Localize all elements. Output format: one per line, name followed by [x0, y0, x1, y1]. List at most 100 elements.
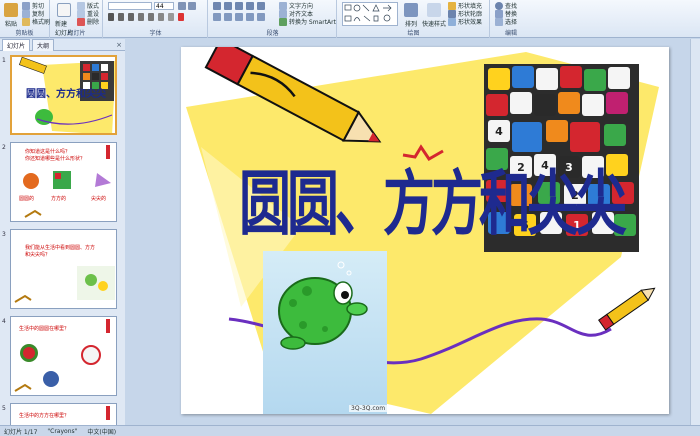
align-right-icon[interactable] — [235, 13, 243, 21]
delete-icon — [77, 17, 85, 26]
slide-thumbnail-list: 1 圆圆、方方和尖尖 2 你知道这是什么吗？ 你还知道哪些是什么形状？ 圆圆的 — [0, 51, 125, 425]
drawing-label: 绘图 — [407, 30, 420, 37]
ribbon: 粘贴 剪切 复制 格式刷 剪贴板 新建 幻灯片 版式 重设 删除 幻灯片 44 … — [0, 0, 700, 38]
die — [606, 92, 628, 114]
die — [608, 67, 630, 89]
align-center-icon[interactable] — [224, 13, 232, 21]
bullets-icon[interactable] — [213, 2, 221, 10]
italic-icon[interactable] — [118, 13, 124, 21]
thumb-2-label-round: 圆圆的 — [19, 196, 35, 202]
die — [560, 66, 582, 88]
die — [546, 120, 568, 142]
case-icon[interactable] — [168, 13, 174, 21]
frog-icon — [278, 261, 368, 350]
effects-icon — [448, 17, 456, 26]
die — [510, 92, 532, 114]
slides-label: 幻灯片 — [67, 30, 86, 37]
slide-thumb-3[interactable]: 我们能从生活中看到圆圆、方方 和尖尖吗？ — [10, 229, 117, 309]
die — [536, 68, 558, 90]
slides-group: 新建 幻灯片 版式 重设 删除 幻灯片 — [51, 0, 103, 38]
quick-styles-icon — [427, 3, 441, 17]
grow-font-button[interactable] — [178, 2, 186, 10]
strikethrough-icon[interactable] — [138, 13, 144, 21]
decrease-indent-icon[interactable] — [235, 2, 243, 10]
die — [584, 69, 606, 91]
format-painter-button[interactable]: 格式刷 — [22, 17, 50, 26]
clipboard-label: 剪贴板 — [15, 30, 34, 37]
delete-slide-button[interactable]: 删除 — [77, 17, 99, 26]
font-name-input[interactable] — [108, 2, 152, 10]
shrink-font-icon — [188, 2, 196, 10]
clipboard-group: 粘贴 剪切 复制 格式刷 剪贴板 — [0, 0, 50, 38]
pane-close-icon[interactable]: × — [116, 41, 122, 49]
theme-name: "Crayons" — [47, 427, 78, 435]
thumb-5-graphic — [106, 406, 110, 420]
status-bar: 幻灯片 1/17 "Crayons" 中文(中国) — [0, 425, 700, 436]
slide-title[interactable]: 圆圆、方方和尖尖 — [239, 147, 627, 248]
slide-thumb-1[interactable]: 圆圆、方方和尖尖 — [10, 55, 117, 135]
editing-group: 查找 替换 选择 编辑 — [491, 0, 531, 38]
thumb-number: 4 — [2, 318, 6, 325]
editing-label: 编辑 — [504, 30, 517, 37]
font-format-row — [108, 13, 184, 21]
die — [558, 92, 580, 114]
bold-icon[interactable] — [108, 13, 114, 21]
select-button[interactable]: 选择 — [495, 17, 517, 26]
shapes-gallery[interactable] — [342, 2, 398, 26]
die — [534, 94, 556, 116]
drawing-group: 排列 快速样式 形状填充 形状轮廓 形状效果 绘图 — [338, 0, 490, 38]
numbering-icon[interactable] — [224, 2, 232, 10]
slide-thumb-2[interactable]: 你知道这是什么吗？ 你还知道哪些是什么形状？ 圆圆的 方方的 尖尖的 — [10, 142, 117, 222]
die — [512, 66, 534, 88]
new-slide-icon — [57, 3, 71, 17]
shrink-font-button[interactable] — [188, 2, 196, 10]
tab-slides[interactable]: 幻灯片 — [2, 38, 31, 51]
justify-icon[interactable] — [246, 13, 254, 21]
image-watermark: 3Q-3Q.com — [349, 405, 388, 412]
frog-picture[interactable] — [263, 251, 387, 414]
font-size-input[interactable]: 44 — [154, 2, 174, 10]
slide-thumb-4[interactable]: 生活中的圆圆在哪里？ — [10, 316, 117, 396]
thumb-number: 5 — [2, 405, 6, 412]
shapes-gallery-icons — [344, 4, 392, 22]
columns-icon[interactable] — [257, 13, 265, 21]
quick-styles-button[interactable]: 快速样式 — [422, 3, 446, 28]
paragraph-label: 段落 — [266, 30, 279, 37]
thumb-number: 3 — [2, 231, 6, 238]
align-row — [213, 13, 265, 21]
thumb-3-graphic — [14, 266, 115, 303]
slide-count: 幻灯片 1/17 — [4, 428, 38, 436]
slide-thumb-5[interactable]: 生活中的方方在哪里？ — [10, 403, 117, 425]
die-number: 4 — [488, 120, 510, 142]
thumb-number: 2 — [2, 144, 6, 151]
increase-indent-icon[interactable] — [246, 2, 254, 10]
thumb-1-title: 圆圆、方方和尖尖 — [26, 89, 106, 100]
shadow-icon[interactable] — [148, 13, 154, 21]
select-icon — [495, 17, 503, 26]
underline-icon[interactable] — [128, 13, 134, 21]
thumb-2-graphic — [23, 145, 111, 218]
current-slide[interactable]: 4 2 4 3 2 5 1 圆圆、方方和尖尖 3Q-3Q.com — [181, 47, 669, 414]
font-label: 字体 — [149, 30, 162, 37]
paste-button[interactable]: 粘贴 — [4, 3, 18, 28]
arrange-icon — [404, 3, 418, 17]
font-color-icon[interactable] — [178, 13, 184, 21]
line-spacing-icon[interactable] — [257, 2, 265, 10]
tab-outline[interactable]: 大纲 — [32, 38, 55, 51]
list-row — [213, 2, 265, 10]
thumb-2-label-pointy: 尖尖的 — [91, 196, 107, 202]
smartart-button[interactable]: 转换为 SmartArt — [279, 17, 336, 26]
die — [582, 94, 604, 116]
pane-tabs: 幻灯片 大纲 × — [0, 38, 125, 51]
arrange-button[interactable]: 排列 — [404, 3, 418, 28]
shape-effects-button[interactable]: 形状效果 — [448, 17, 482, 26]
die — [604, 124, 626, 146]
smartart-icon — [279, 17, 287, 26]
editor-scrollbar[interactable] — [690, 39, 700, 425]
spacing-icon[interactable] — [158, 13, 164, 21]
align-left-icon[interactable] — [213, 13, 221, 21]
thumb-2-label-square: 方方的 — [51, 196, 67, 202]
language-indicator[interactable]: 中文(中国) — [87, 427, 116, 436]
paragraph-group: 文字方向 对齐文本 转换为 SmartArt 段落 — [209, 0, 337, 38]
thumb-4-graphic — [14, 319, 110, 392]
